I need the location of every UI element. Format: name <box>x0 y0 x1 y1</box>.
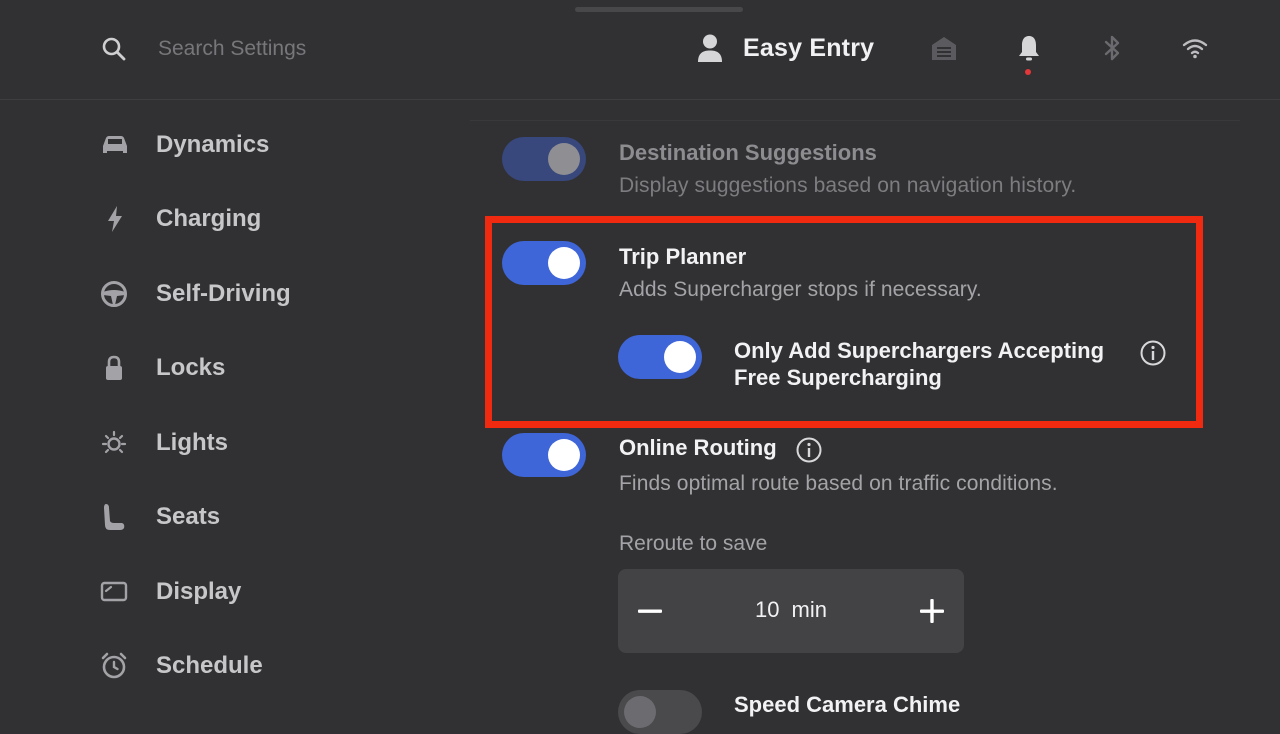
search-input[interactable] <box>156 34 416 64</box>
trip-planner-title: Trip Planner <box>619 244 747 269</box>
sidebar-item-label: Lights <box>156 429 228 456</box>
sidebar-item-label: Schedule <box>156 652 263 679</box>
sidebar-item-lights[interactable]: Lights <box>100 423 420 463</box>
profile-button[interactable]: Easy Entry <box>696 30 874 66</box>
free-supercharging-title-line2: Free Supercharging <box>734 365 942 390</box>
destination-suggestions-title: Destination Suggestions <box>619 140 877 165</box>
toggle-knob <box>664 341 696 373</box>
display-icon <box>100 577 138 607</box>
car-icon <box>100 130 138 160</box>
sidebar-item-label: Locks <box>156 354 226 381</box>
sidebar-item-label: Display <box>156 578 242 605</box>
minus-icon[interactable] <box>630 591 670 631</box>
garage-icon[interactable] <box>929 33 959 63</box>
trip-planner-description: Adds Supercharger stops if necessary. <box>619 278 982 301</box>
reroute-value: 10 min <box>754 597 828 622</box>
toggle-knob <box>624 696 656 728</box>
sidebar-item-charging[interactable]: Charging <box>100 199 420 239</box>
toggle-knob <box>548 247 580 279</box>
trip-planner-toggle[interactable] <box>502 241 586 285</box>
destination-suggestions-toggle[interactable] <box>502 137 586 181</box>
reroute-stepper: 10 min <box>618 569 964 653</box>
sidebar-item-locks[interactable]: Locks <box>100 348 420 388</box>
speed-camera-chime-toggle[interactable] <box>618 690 702 734</box>
reroute-label: Reroute to save <box>619 532 768 555</box>
alarm-clock-icon <box>100 651 138 681</box>
sidebar-item-label: Self-Driving <box>156 280 291 307</box>
info-icon[interactable] <box>1139 339 1167 367</box>
sidebar-item-display[interactable]: Display <box>100 572 420 612</box>
sidebar-item-label: Seats <box>156 503 221 530</box>
wifi-icon[interactable] <box>1180 33 1210 63</box>
search-icon <box>102 37 126 61</box>
lock-icon <box>100 353 138 383</box>
plus-icon[interactable] <box>912 591 952 631</box>
seat-icon <box>100 502 138 532</box>
sidebar-item-label: Charging <box>156 205 262 232</box>
toggle-knob <box>548 143 580 175</box>
sun-icon <box>100 428 138 458</box>
notification-dot <box>1025 69 1031 75</box>
free-supercharging-toggle[interactable] <box>618 335 702 379</box>
profile-name: Easy Entry <box>743 33 875 62</box>
steering-wheel-icon <box>100 279 138 309</box>
sidebar-item-dynamics[interactable]: Dynamics <box>100 125 420 165</box>
online-routing-description: Finds optimal route based on traffic con… <box>619 472 1058 495</box>
toggle-knob <box>548 439 580 471</box>
online-routing-toggle[interactable] <box>502 433 586 477</box>
speed-camera-chime-title: Speed Camera Chime <box>734 692 961 717</box>
bell-icon[interactable] <box>1014 33 1044 63</box>
destination-suggestions-description: Display suggestions based on navigation … <box>619 174 1077 197</box>
bluetooth-icon[interactable] <box>1097 33 1127 63</box>
top-bar: Easy Entry <box>0 0 1280 100</box>
free-supercharging-title-line1: Only Add Superchargers Accepting <box>734 338 1105 363</box>
sidebar-item-seats[interactable]: Seats <box>100 497 420 537</box>
user-icon <box>698 34 722 62</box>
sidebar-item-label: Dynamics <box>156 131 270 158</box>
online-routing-title: Online Routing <box>619 435 777 460</box>
scroll-fade-divider <box>470 120 1240 121</box>
bolt-icon <box>100 204 138 234</box>
sidebar-item-schedule[interactable]: Schedule <box>100 646 420 686</box>
highlight-box <box>485 216 1203 428</box>
sidebar-item-self-driving[interactable]: Self-Driving <box>100 274 420 314</box>
info-icon[interactable] <box>795 436 823 464</box>
